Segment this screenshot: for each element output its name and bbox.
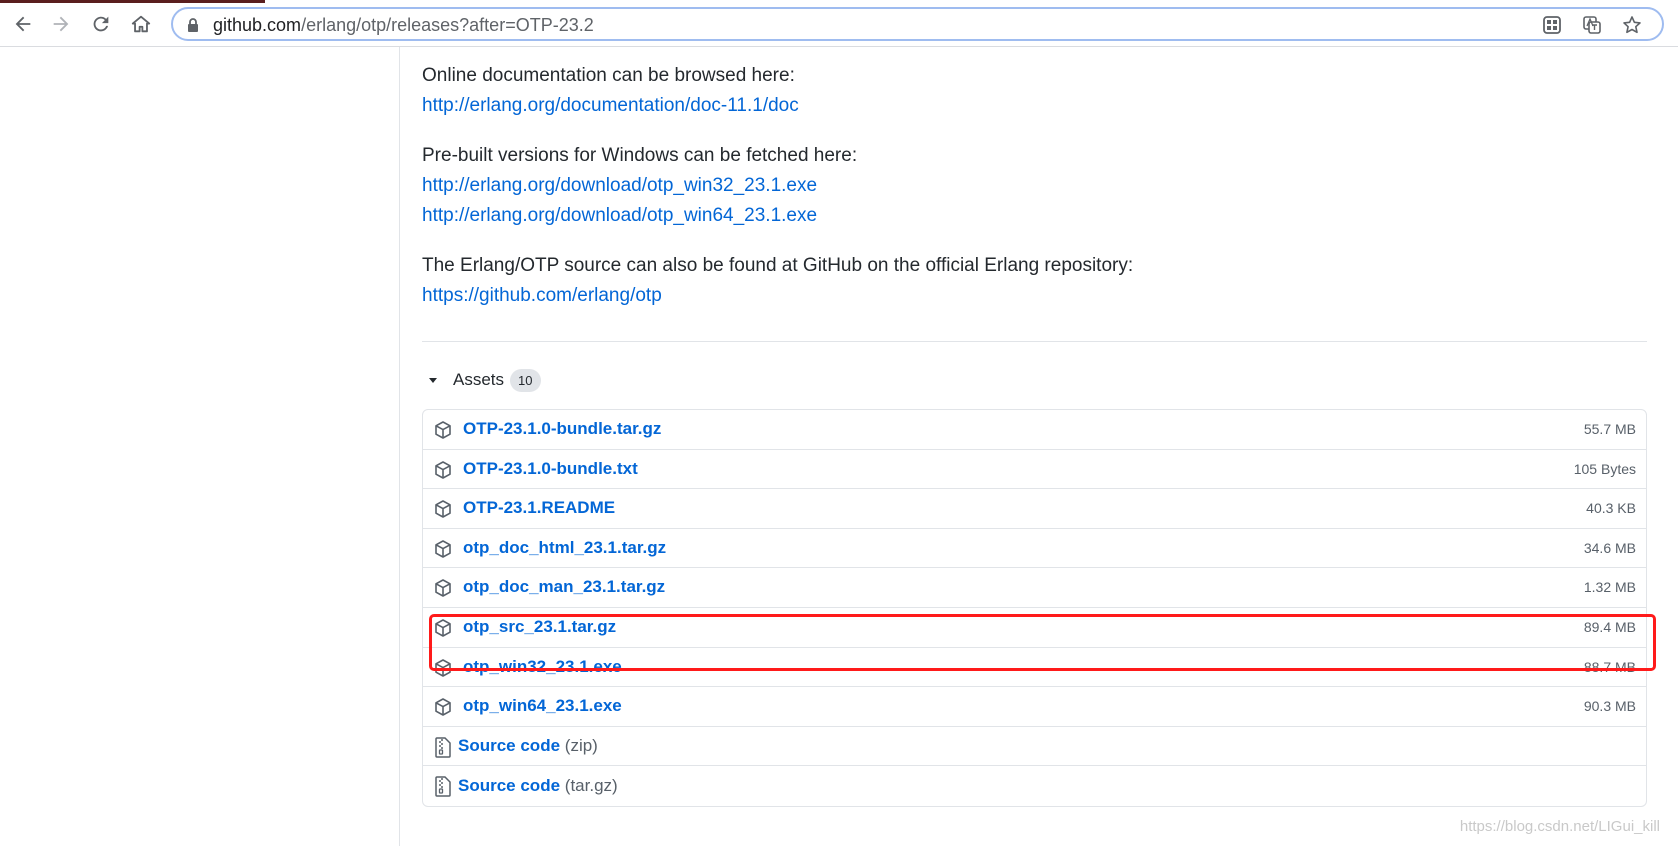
watermark: https://blog.csdn.net/LIGui_kill [1459,818,1660,835]
docs-link[interactable]: http://erlang.org/documentation/doc-11.1… [422,91,1622,121]
package-icon [435,500,451,518]
prebuilt-paragraph: Pre-built versions for Windows can be fe… [422,141,1622,231]
asset-row: otp_doc_man_23.1.tar.gz 1.32 MB [423,568,1646,608]
github-repo-link[interactable]: https://github.com/erlang/otp [422,281,1622,311]
source-code-link[interactable]: Source code (tar.gz) [458,776,618,796]
back-button[interactable] [9,10,37,38]
assets-label: Assets [453,370,505,389]
asset-row: otp_doc_html_23.1.tar.gz 34.6 MB [423,529,1646,568]
asset-link[interactable]: otp_doc_man_23.1.tar.gz [463,577,665,597]
package-icon [435,460,451,479]
asset-row: otp_win64_23.1.exe 90.3 MB [423,687,1646,727]
asset-size: 89.4 MB [1583,619,1636,635]
asset-size: 1.32 MB [1583,579,1636,596]
file-zip-icon [435,736,451,758]
asset-link[interactable]: otp_win64_23.1.exe [463,696,622,716]
bookmark-star-icon[interactable] [1622,15,1642,35]
asset-link[interactable]: OTP-23.1.README [463,498,615,518]
home-button[interactable] [127,10,155,38]
source-code-row: Source code (tar.gz) [423,766,1646,806]
docs-paragraph: Online documentation can be browsed here… [422,61,1622,121]
asset-link[interactable]: otp_src_23.1.tar.gz [463,617,616,637]
arrow-right-icon [53,16,69,32]
package-icon [435,618,451,637]
source-code-link[interactable]: Source code (zip) [458,736,598,756]
asset-size: 88.7 MB [1583,658,1636,675]
package-icon [435,421,451,439]
docs-text: Online documentation can be browsed here… [422,65,795,86]
home-icon [131,15,151,33]
url-text[interactable]: github.com/erlang/otp/releases?after=OTP… [213,15,594,36]
browser-toolbar: github.com/erlang/otp/releases?after=OTP… [0,0,1678,47]
triangle-down-icon [429,378,437,383]
reload-button[interactable] [87,10,115,38]
qr-code-icon[interactable] [1542,15,1562,35]
asset-link[interactable]: OTP-23.1.0-bundle.txt [463,459,638,479]
asset-size: 40.3 KB [1586,500,1636,517]
win64-download-link[interactable]: http://erlang.org/download/otp_win64_23.… [422,201,1622,231]
asset-row: OTP-23.1.0-bundle.txt 105 Bytes [423,450,1646,489]
assets-count-badge: 10 [510,368,541,392]
section-divider [422,341,1647,342]
page-divider [399,47,400,846]
asset-link[interactable]: otp_doc_html_23.1.tar.gz [463,538,666,558]
assets-toggle[interactable]: Assets 10 [422,365,541,395]
lock-icon [188,18,198,32]
asset-row: otp_win32_23.1.exe 88.7 MB [423,648,1646,687]
win32-download-link[interactable]: http://erlang.org/download/otp_win32_23.… [422,171,1622,201]
active-tab-indicator [0,0,265,3]
source-text: The Erlang/OTP source can also be found … [422,255,1134,276]
source-code-row: Source code (zip) [423,727,1646,766]
asset-link[interactable]: otp_win32_23.1.exe [463,657,622,677]
asset-size: 34.6 MB [1583,539,1636,556]
asset-row: OTP-23.1.README 40.3 KB [423,489,1646,529]
asset-size: 55.7 MB [1583,421,1636,438]
package-icon [435,698,451,716]
package-icon [435,539,451,558]
asset-row: OTP-23.1.0-bundle.tar.gz 55.7 MB [423,410,1646,450]
reload-icon [93,16,109,32]
arrow-left-icon [15,16,31,32]
assets-list: OTP-23.1.0-bundle.tar.gz 55.7 MB OTP-23.1.… [422,409,1647,807]
source-paragraph: The Erlang/OTP source can also be found … [422,251,1622,311]
package-icon [435,658,451,677]
file-zip-icon [435,776,451,797]
forward-button[interactable] [47,10,75,38]
asset-size: 90.3 MB [1583,698,1636,715]
address-bar[interactable]: github.com/erlang/otp/releases?after=OTP… [171,7,1664,41]
translate-icon[interactable] [1582,15,1602,35]
prebuilt-text: Pre-built versions for Windows can be fe… [422,145,858,166]
asset-size: 105 Bytes [1573,460,1636,477]
package-icon [435,579,451,597]
asset-row: otp_src_23.1.tar.gz 89.4 MB [423,608,1646,648]
asset-link[interactable]: OTP-23.1.0-bundle.tar.gz [463,419,661,439]
